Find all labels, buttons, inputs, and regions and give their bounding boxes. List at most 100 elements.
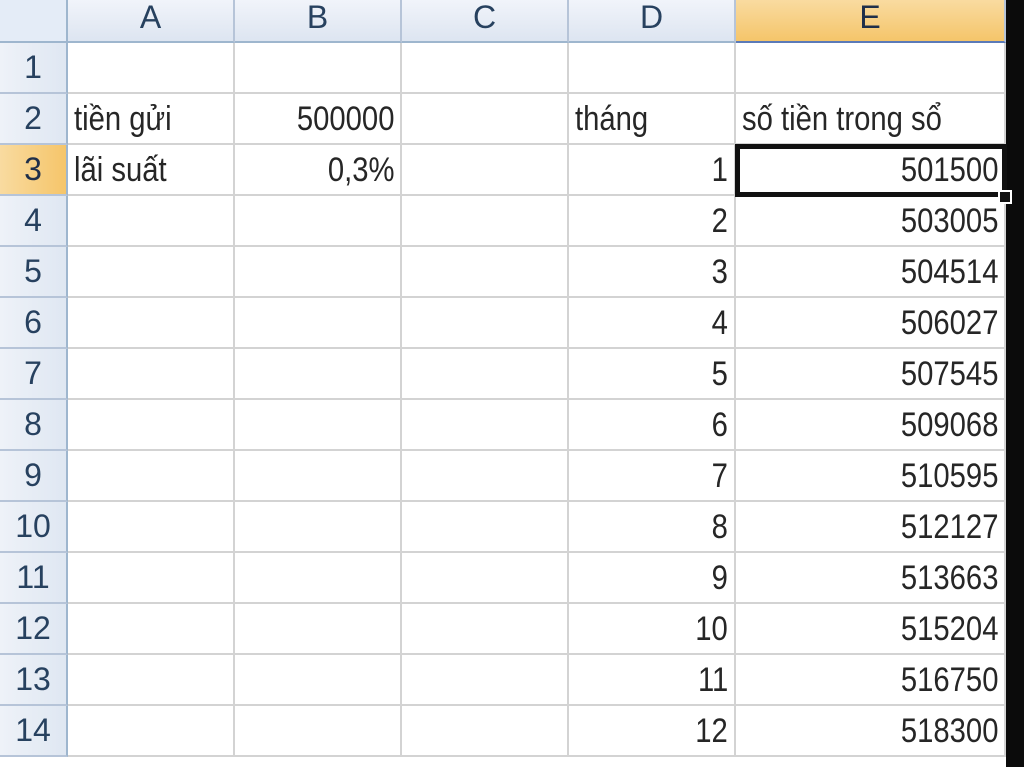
cell-e4[interactable]: 503005 — [736, 196, 1006, 247]
row-header-4[interactable]: 4 — [0, 196, 68, 247]
cell-b7[interactable] — [235, 349, 402, 400]
cell-a11[interactable] — [68, 553, 235, 604]
cell-b13[interactable] — [235, 655, 402, 706]
cell-c5[interactable] — [402, 247, 569, 298]
cell-e3[interactable]: 501500 — [735, 144, 1007, 197]
cell-b11[interactable] — [235, 553, 402, 604]
row-header-6[interactable]: 6 — [0, 298, 68, 349]
cell-value: tiền gửi — [74, 100, 172, 138]
row-header-13[interactable]: 13 — [0, 655, 68, 706]
cell-value: 2 — [711, 202, 728, 240]
row-header-1[interactable]: 1 — [0, 43, 68, 94]
cell-d6[interactable]: 4 — [569, 298, 736, 349]
cell-e5[interactable]: 504514 — [736, 247, 1006, 298]
cell-c6[interactable] — [402, 298, 569, 349]
cell-value: 503005 — [900, 202, 998, 240]
cell-e10[interactable]: 512127 — [736, 502, 1006, 553]
row-header-2[interactable]: 2 — [0, 94, 68, 145]
cell-e12[interactable]: 515204 — [736, 604, 1006, 655]
cell-a1[interactable] — [68, 43, 235, 94]
cell-a10[interactable] — [68, 502, 235, 553]
cell-a5[interactable] — [68, 247, 235, 298]
cell-e1[interactable] — [736, 43, 1006, 94]
cell-c3[interactable] — [402, 145, 569, 196]
cell-d13[interactable]: 11 — [569, 655, 736, 706]
cell-b4[interactable] — [235, 196, 402, 247]
cell-b6[interactable] — [235, 298, 402, 349]
cell-d10[interactable]: 8 — [569, 502, 736, 553]
cell-e6[interactable]: 506027 — [736, 298, 1006, 349]
cell-b2[interactable]: 500000 — [235, 94, 402, 145]
row-header-5[interactable]: 5 — [0, 247, 68, 298]
column-header-c[interactable]: C — [402, 0, 569, 43]
cell-e11[interactable]: 513663 — [736, 553, 1006, 604]
select-all-corner[interactable] — [0, 0, 68, 43]
cell-c4[interactable] — [402, 196, 569, 247]
cell-a9[interactable] — [68, 451, 235, 502]
cell-b12[interactable] — [235, 604, 402, 655]
cell-e7[interactable]: 507545 — [736, 349, 1006, 400]
cell-d12[interactable]: 10 — [569, 604, 736, 655]
cell-a6[interactable] — [68, 298, 235, 349]
cell-a8[interactable] — [68, 400, 235, 451]
cell-c7[interactable] — [402, 349, 569, 400]
cell-a4[interactable] — [68, 196, 235, 247]
cell-d3[interactable]: 1 — [569, 145, 736, 196]
cell-d11[interactable]: 9 — [569, 553, 736, 604]
cell-a13[interactable] — [68, 655, 235, 706]
cell-e9[interactable]: 510595 — [736, 451, 1006, 502]
cell-d5[interactable]: 3 — [569, 247, 736, 298]
cell-d14[interactable]: 12 — [569, 706, 736, 757]
cell-d1[interactable] — [569, 43, 736, 94]
column-header-a[interactable]: A — [68, 0, 235, 43]
cell-e8[interactable]: 509068 — [736, 400, 1006, 451]
column-header-b[interactable]: B — [235, 0, 402, 43]
cell-c14[interactable] — [402, 706, 569, 757]
cell-c10[interactable] — [402, 502, 569, 553]
cell-c12[interactable] — [402, 604, 569, 655]
cell-value: 7 — [711, 457, 728, 495]
row-header-12[interactable]: 12 — [0, 604, 68, 655]
cell-c2[interactable] — [402, 94, 569, 145]
cell-a2[interactable]: tiền gửi — [68, 94, 235, 145]
cell-b9[interactable] — [235, 451, 402, 502]
cell-d4[interactable]: 2 — [569, 196, 736, 247]
cell-e2[interactable]: số tiền trong sổ — [736, 94, 1006, 145]
cell-value: 1 — [711, 151, 728, 189]
cell-c8[interactable] — [402, 400, 569, 451]
cell-e13[interactable]: 516750 — [736, 655, 1006, 706]
cell-b1[interactable] — [235, 43, 402, 94]
row-header-3[interactable]: 3 — [0, 145, 68, 196]
cell-c9[interactable] — [402, 451, 569, 502]
cell-b8[interactable] — [235, 400, 402, 451]
row-header-11[interactable]: 11 — [0, 553, 68, 604]
cell-d9[interactable]: 7 — [569, 451, 736, 502]
cell-value: 518300 — [900, 712, 998, 750]
cell-b5[interactable] — [235, 247, 402, 298]
cell-value: 12 — [695, 712, 728, 750]
cell-c11[interactable] — [402, 553, 569, 604]
row-header-8[interactable]: 8 — [0, 400, 68, 451]
column-header-e[interactable]: E — [736, 0, 1006, 43]
cell-e14[interactable]: 518300 — [736, 706, 1006, 757]
row-header-9[interactable]: 9 — [0, 451, 68, 502]
cell-d8[interactable]: 6 — [569, 400, 736, 451]
cell-b3[interactable]: 0,3% — [235, 145, 402, 196]
cell-value: 11 — [697, 661, 728, 699]
cell-a3[interactable]: lãi suất — [68, 145, 235, 196]
row-header-10[interactable]: 10 — [0, 502, 68, 553]
cell-c13[interactable] — [402, 655, 569, 706]
cell-a7[interactable] — [68, 349, 235, 400]
cell-b14[interactable] — [235, 706, 402, 757]
cell-d7[interactable]: 5 — [569, 349, 736, 400]
cell-d2[interactable]: tháng — [569, 94, 736, 145]
cell-value: 513663 — [900, 559, 998, 597]
cell-b10[interactable] — [235, 502, 402, 553]
column-header-d[interactable]: D — [569, 0, 736, 43]
row-header-7[interactable]: 7 — [0, 349, 68, 400]
row-header-14[interactable]: 14 — [0, 706, 68, 757]
cell-a14[interactable] — [68, 706, 235, 757]
cell-a12[interactable] — [68, 604, 235, 655]
cell-c1[interactable] — [402, 43, 569, 94]
fill-handle[interactable] — [998, 190, 1012, 204]
